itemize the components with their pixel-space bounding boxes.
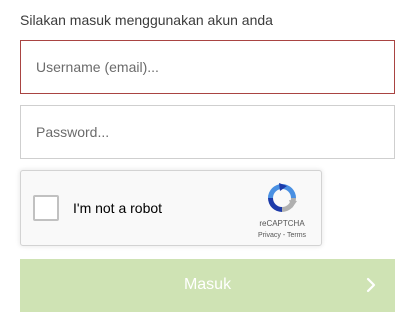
submit-button[interactable]: Masuk <box>20 259 395 312</box>
recaptcha-label: I'm not a robot <box>73 200 163 216</box>
chevron-right-icon <box>366 277 376 293</box>
login-form: Silakan masuk menggunakan akun anda I'm … <box>0 0 412 322</box>
username-input[interactable] <box>20 40 395 94</box>
recaptcha-privacy-link[interactable]: Privacy <box>258 232 281 239</box>
recaptcha-links: Privacy - Terms <box>247 231 317 241</box>
recaptcha-widget: I'm not a robot reCAPTCHA Privacy - Term… <box>20 170 322 246</box>
recaptcha-logo-icon <box>268 183 297 212</box>
password-input[interactable] <box>20 105 395 159</box>
recaptcha-checkbox[interactable] <box>33 195 59 221</box>
submit-button-label: Masuk <box>183 276 232 293</box>
recaptcha-brand: reCAPTCHA <box>259 219 305 228</box>
login-instruction: Silakan masuk menggunakan akun anda <box>20 12 273 28</box>
recaptcha-terms-link[interactable]: Terms <box>287 232 306 239</box>
